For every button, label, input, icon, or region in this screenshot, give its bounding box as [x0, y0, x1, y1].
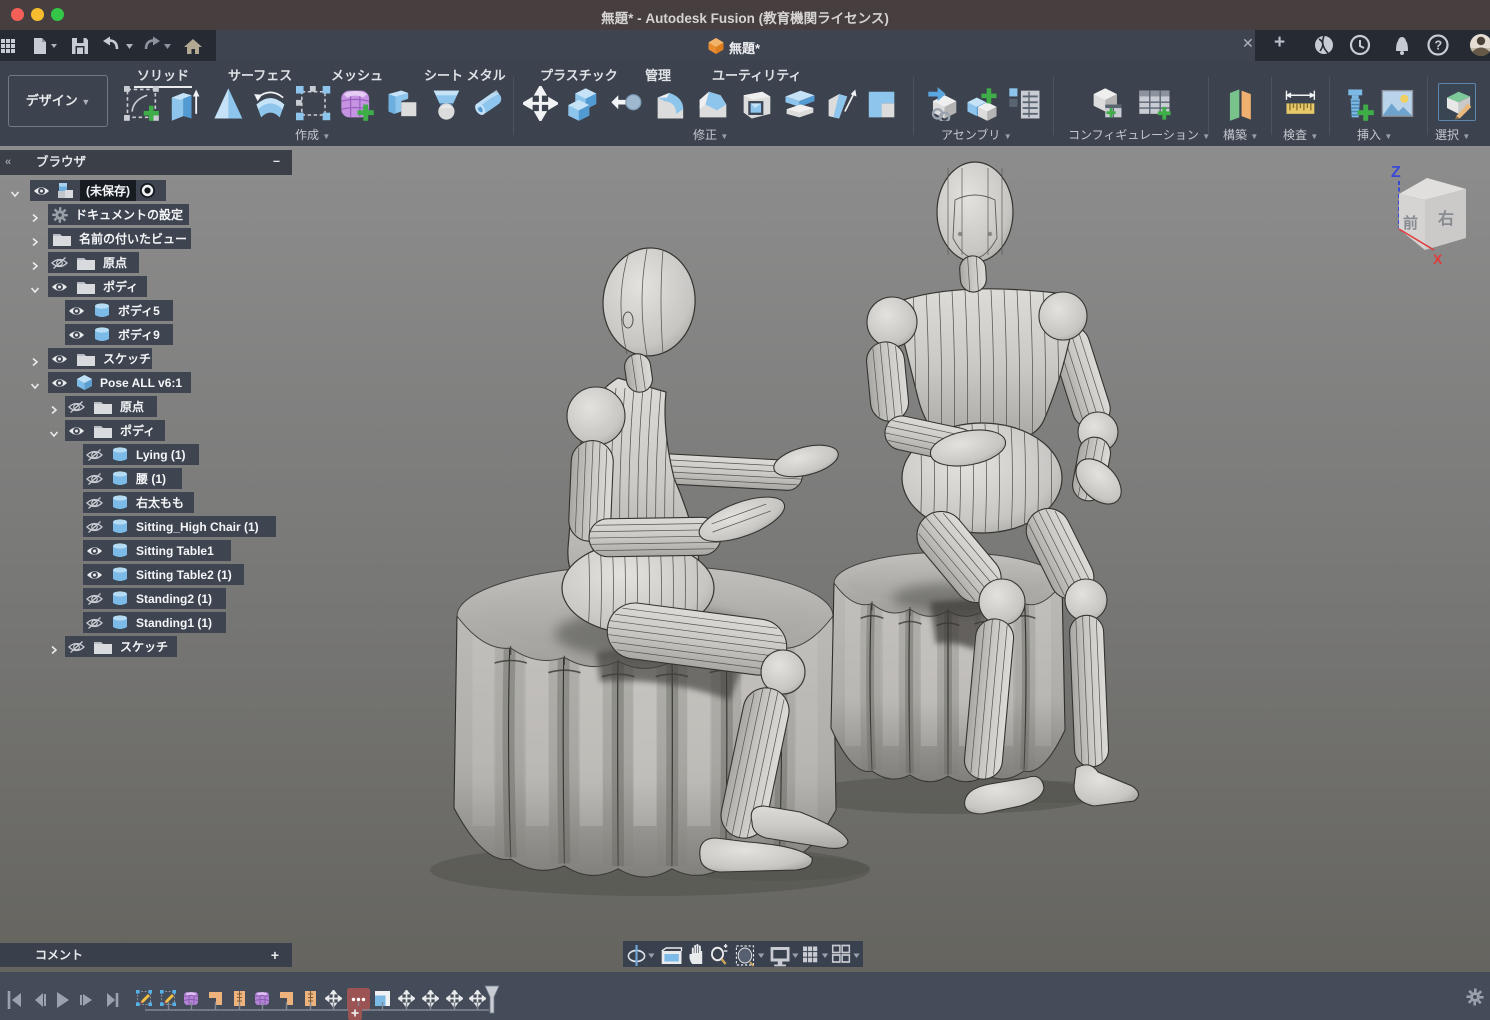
svg-text:X: X: [1433, 251, 1443, 267]
svg-text:Z: Z: [1391, 164, 1401, 181]
svg-text:前: 前: [1403, 214, 1418, 232]
svg-text:?: ?: [1435, 39, 1443, 53]
svg-text:右: 右: [1438, 209, 1454, 228]
